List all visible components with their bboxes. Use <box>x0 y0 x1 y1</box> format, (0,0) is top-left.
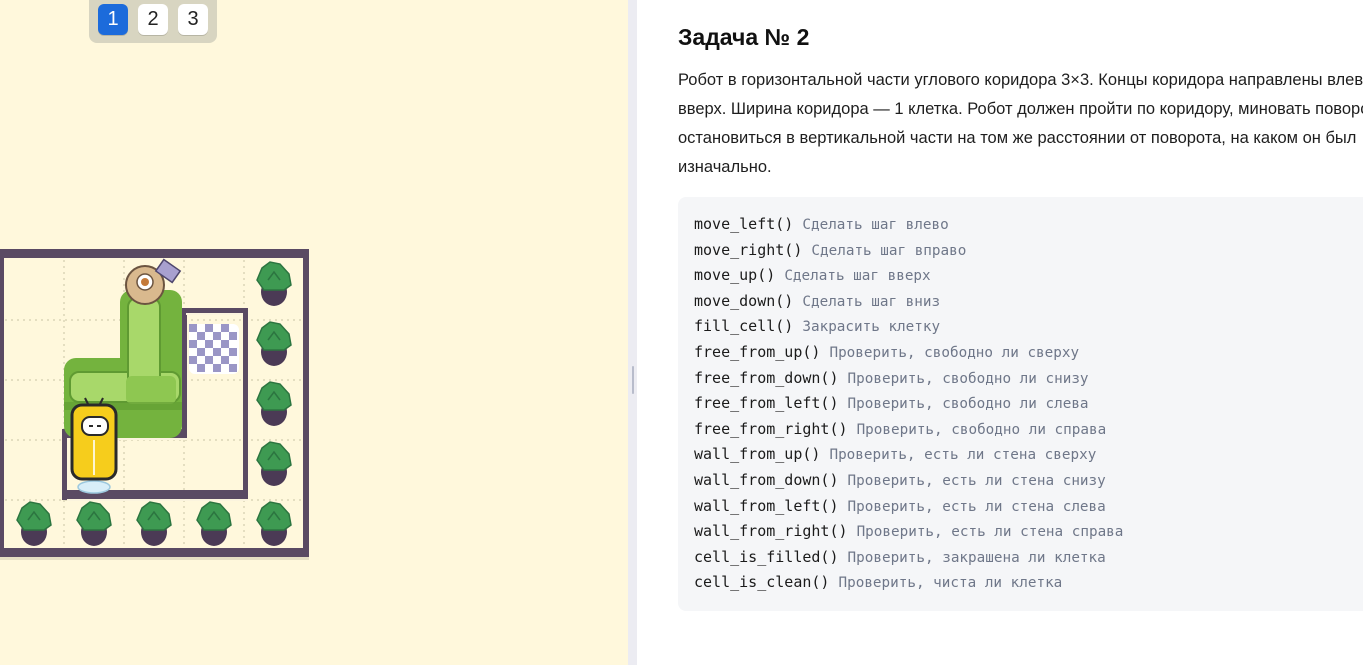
command-description: Проверить, есть ли стена снизу <box>847 473 1106 489</box>
command-description: Проверить, есть ли стена справа <box>856 524 1124 540</box>
description-line: остановиться в вертикальной части на том… <box>678 129 1357 147</box>
command-row: wall_from_down() Проверить, есть ли стен… <box>694 470 1106 491</box>
command-row: free_from_right() Проверить, свободно ли… <box>694 419 1106 440</box>
command-description: Проверить, свободно ли слева <box>847 396 1089 412</box>
divider-handle[interactable] <box>632 366 634 394</box>
command-description: Проверить, свободно ли снизу <box>847 371 1089 387</box>
command-row: move_left() Сделать шаг влево <box>694 214 949 235</box>
command-code: free_from_down() <box>694 369 839 387</box>
command-description: Проверить, свободно ли сверху <box>829 345 1080 361</box>
command-description: Проверить, есть ли стена слева <box>847 499 1106 515</box>
command-description: Проверить, свободно ли справа <box>856 422 1107 438</box>
command-code: move_up() <box>694 266 776 284</box>
command-code: free_from_left() <box>694 394 839 412</box>
command-row: cell_is_clean() Проверить, чиста ли клет… <box>694 572 1062 593</box>
panel-divider[interactable] <box>628 0 637 665</box>
command-description: Сделать шаг вниз <box>802 294 941 310</box>
command-description: Сделать шаг вправо <box>811 243 967 259</box>
task-description: Робот в горизонтальной части углового ко… <box>678 66 1363 182</box>
command-code: wall_from_down() <box>694 471 839 489</box>
command-row: wall_from_right() Проверить, есть ли сте… <box>694 521 1123 542</box>
command-code: free_from_up() <box>694 343 821 361</box>
command-row: move_down() Сделать шаг вниз <box>694 291 940 312</box>
command-code: free_from_right() <box>694 420 848 438</box>
command-code: cell_is_filled() <box>694 548 839 566</box>
command-code: move_left() <box>694 215 794 233</box>
description-line: изначально. <box>678 158 772 176</box>
command-row: wall_from_left() Проверить, есть ли стен… <box>694 496 1106 517</box>
target-cell <box>189 324 239 374</box>
command-description: Проверить, чиста ли клетка <box>838 575 1063 591</box>
commands-reference: move_left() Сделать шаг влево move_right… <box>678 197 1363 611</box>
command-row: cell_is_filled() Проверить, закрашена ли… <box>694 547 1106 568</box>
command-code: wall_from_left() <box>694 497 839 515</box>
robot <box>70 397 118 494</box>
command-description: Закрасить клетку <box>802 319 941 335</box>
command-description: Проверить, закрашена ли клетка <box>847 550 1106 566</box>
command-row: wall_from_up() Проверить, есть ли стена … <box>694 444 1096 465</box>
command-description: Сделать шаг вверх <box>784 268 931 284</box>
command-row: fill_cell() Закрасить клетку <box>694 316 940 337</box>
command-code: move_right() <box>694 241 803 259</box>
task-panel: Задача № 2 Робот в горизонтальной части … <box>637 0 1363 665</box>
command-row: move_up() Сделать шаг вверх <box>694 265 931 286</box>
command-code: wall_from_up() <box>694 445 821 463</box>
command-code: cell_is_clean() <box>694 573 830 591</box>
game-panel: 1 2 3 <box>0 0 628 665</box>
command-description: Проверить, есть ли стена сверху <box>829 447 1097 463</box>
command-code: fill_cell() <box>694 317 794 335</box>
description-line: вверх. Ширина коридора — 1 клетка. Робот… <box>678 100 1363 118</box>
description-line: Робот в горизонтальной части углового ко… <box>678 71 1363 89</box>
command-row: free_from_up() Проверить, свободно ли св… <box>694 342 1079 363</box>
command-description: Сделать шаг влево <box>802 217 949 233</box>
task-title: Задача № 2 <box>678 24 810 50</box>
command-code: wall_from_right() <box>694 522 848 540</box>
command-code: move_down() <box>694 292 794 310</box>
game-board <box>0 249 309 560</box>
command-row: free_from_down() Проверить, свободно ли … <box>694 368 1089 389</box>
command-row: move_right() Сделать шаг вправо <box>694 240 966 261</box>
command-row: free_from_left() Проверить, свободно ли … <box>694 393 1089 414</box>
